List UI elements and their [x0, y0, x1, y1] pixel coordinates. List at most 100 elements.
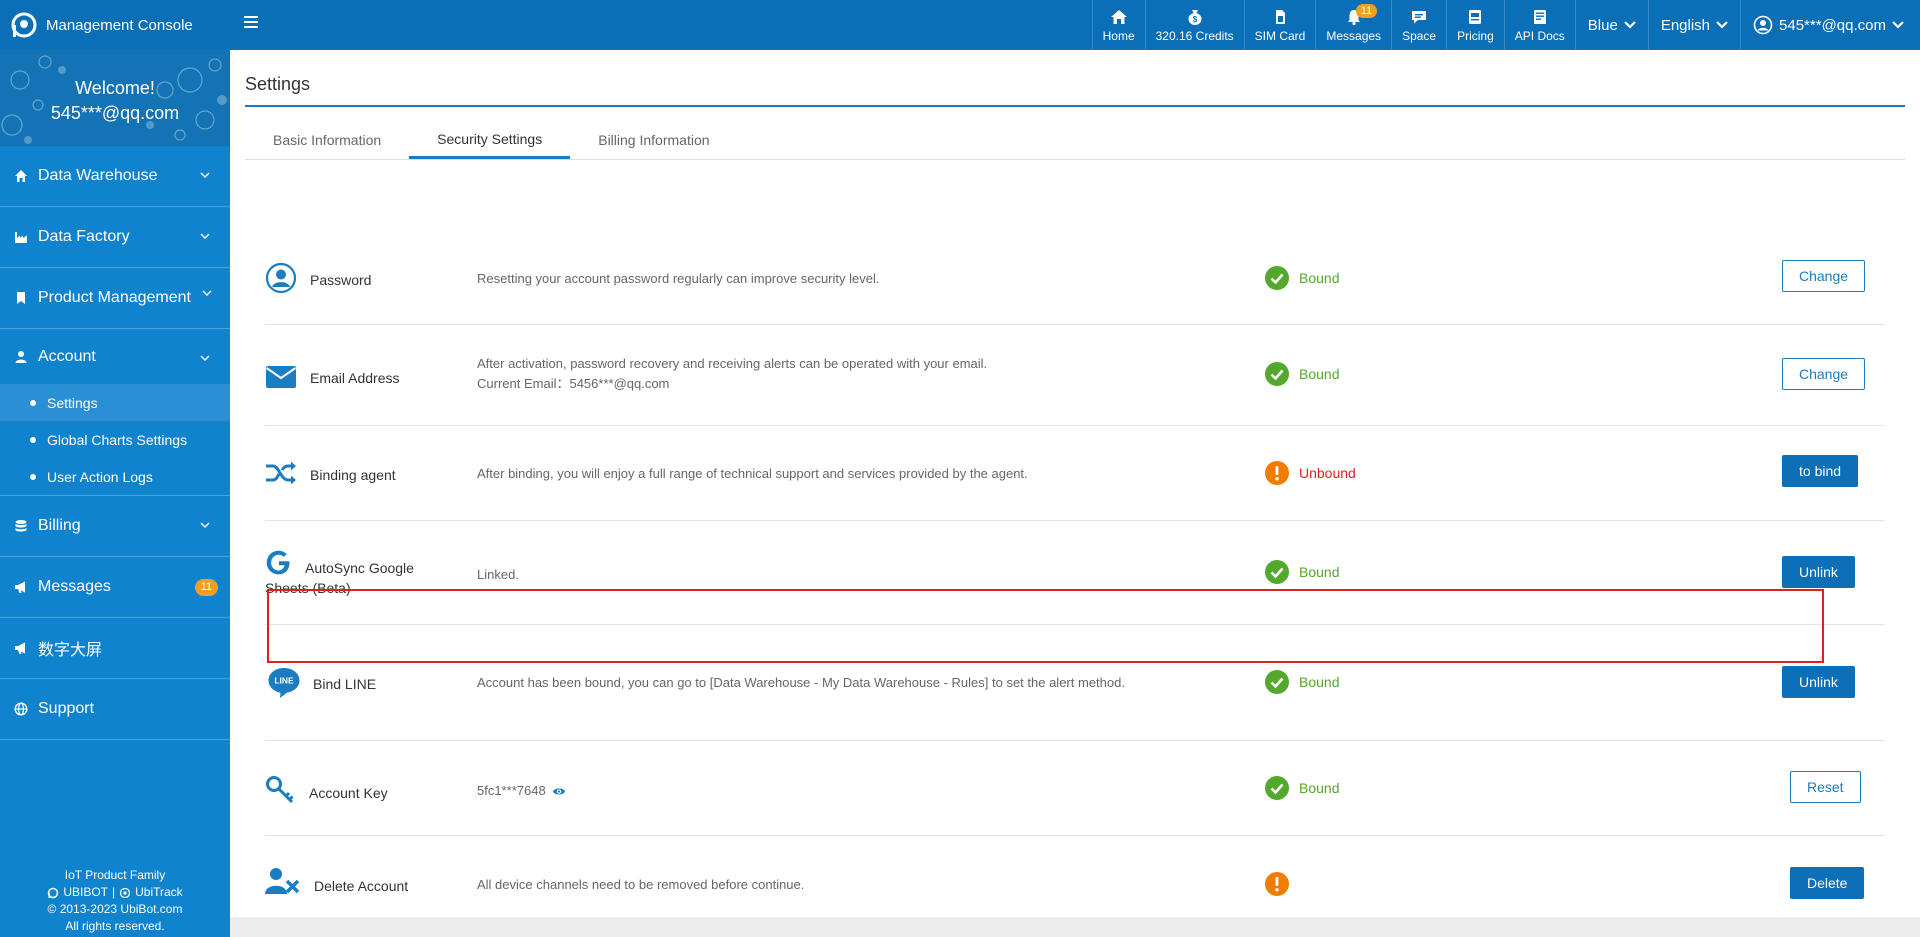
row-bind-line: LINE Bind LINE Account has been bound, y…: [265, 625, 1885, 741]
account-key-value: 5fc1***7648: [477, 783, 546, 798]
globe-icon: [14, 702, 28, 716]
nav-credits[interactable]: $ 320.16 Credits: [1144, 0, 1244, 50]
sidebar-footer: IoT Product Family UBIBOT | UbiTrack © 2…: [0, 867, 230, 937]
tab-security-settings[interactable]: Security Settings: [409, 121, 571, 159]
footer-brand-ubitrack[interactable]: UbiTrack: [135, 884, 183, 901]
line-app-icon: LINE: [268, 668, 300, 698]
row-description: After activation, password recovery and …: [477, 354, 987, 394]
row-description: 5fc1***7648: [477, 781, 566, 801]
reset-key-button[interactable]: Reset: [1790, 771, 1861, 803]
chevron-down-icon: [1716, 21, 1728, 29]
row-label: AutoSync Google Sheets (Beta): [265, 560, 414, 596]
top-bar: Management Console Home $ 320.16 Credits…: [0, 0, 1920, 50]
row-label: Email Address: [310, 370, 400, 386]
sidebar-messages-badge: 11: [194, 579, 218, 596]
envelope-icon: [265, 366, 297, 388]
status-badge: Bound: [1265, 560, 1339, 584]
sidebar-item-data-warehouse[interactable]: Data Warehouse: [0, 146, 230, 207]
nav-api-docs[interactable]: API Docs: [1503, 0, 1575, 50]
row-label: Account Key: [309, 785, 388, 801]
page-title: Settings: [245, 74, 311, 94]
delete-account-button[interactable]: Delete: [1790, 867, 1865, 899]
home-icon: [15, 170, 27, 182]
eye-icon[interactable]: [552, 786, 566, 797]
megaphone-icon: [15, 642, 25, 654]
nav-home[interactable]: Home: [1091, 0, 1145, 50]
sidebar-item-user-action-logs[interactable]: User Action Logs: [0, 458, 230, 495]
row-description: Account has been bound, you can go to [D…: [477, 675, 1125, 690]
menu-toggle-icon[interactable]: [244, 16, 258, 28]
bullet-icon: [30, 399, 36, 406]
user-circle-icon: [1753, 15, 1773, 35]
sidebar-item-account[interactable]: Account: [0, 329, 230, 384]
row-label: Delete Account: [314, 878, 409, 894]
pricing-icon: [1469, 9, 1482, 24]
nav-sim-card[interactable]: SIM Card: [1243, 0, 1316, 50]
row-description: All device channels need to be removed b…: [477, 877, 805, 892]
nav-messages[interactable]: 11 Messages: [1315, 0, 1391, 50]
theme-value: Blue: [1587, 16, 1618, 34]
settings-tabs: Basic Information Security Settings Bill…: [245, 121, 1905, 160]
sidebar-item-global-charts-settings[interactable]: Global Charts Settings: [0, 421, 230, 458]
unlink-google-sheets-button[interactable]: Unlink: [1782, 556, 1855, 588]
chat-icon: [1412, 10, 1427, 23]
check-circle-icon: [1265, 670, 1289, 694]
bind-agent-button[interactable]: to bind: [1782, 455, 1859, 487]
chevron-down-icon: [200, 172, 210, 179]
credits-icon: $: [1188, 9, 1202, 25]
unlink-line-button[interactable]: Unlink: [1782, 666, 1855, 698]
sidebar-item-settings[interactable]: Settings: [0, 384, 230, 421]
chevron-down-icon: [1892, 21, 1904, 29]
status-badge: [1265, 872, 1299, 896]
tab-basic-information[interactable]: Basic Information: [245, 121, 409, 159]
change-email-button[interactable]: Change: [1782, 358, 1866, 390]
status-badge: Bound: [1265, 362, 1339, 386]
row-binding-agent: Binding agent After binding, you will en…: [265, 426, 1885, 521]
nav-space[interactable]: Space: [1391, 0, 1446, 50]
home-icon: [1110, 9, 1127, 24]
row-label: Bind LINE: [313, 676, 377, 692]
page-bottom-strip: [230, 917, 1920, 937]
bullet-icon: [30, 436, 36, 443]
sidebar-item-data-factory[interactable]: Data Factory: [0, 207, 230, 268]
sidebar-item-messages[interactable]: Messages 11: [0, 557, 230, 618]
tab-billing-information[interactable]: Billing Information: [570, 121, 737, 159]
api-docs-icon: [1533, 9, 1546, 24]
nav-pricing[interactable]: Pricing: [1446, 0, 1504, 50]
welcome-email: 545***@qq.com: [50, 103, 180, 123]
main-content: Settings Basic Information Security Sett…: [230, 50, 1920, 917]
row-autosync-google-sheets: AutoSync Google Sheets (Beta) Linked. Bo…: [265, 521, 1885, 625]
theme-dropdown[interactable]: Blue: [1574, 0, 1648, 50]
welcome-title: Welcome!: [75, 78, 155, 98]
row-description: Resetting your account password regularl…: [477, 271, 880, 286]
warning-circle-icon: [1265, 461, 1289, 485]
language-dropdown[interactable]: English: [1647, 0, 1740, 50]
current-email: Current Email：5456***@qq.com: [477, 376, 670, 391]
megaphone-icon: [15, 581, 25, 593]
check-circle-icon: [1265, 560, 1289, 584]
user-email: 545***@qq.com: [1779, 16, 1886, 34]
user-icon: [15, 350, 27, 363]
row-email-address: Email Address After activation, password…: [265, 325, 1885, 426]
brand-title: Management Console: [46, 16, 193, 34]
chevron-down-icon: [200, 355, 210, 362]
sidebar: Welcome! 545***@qq.com Data Warehouse Da…: [0, 50, 230, 937]
brand[interactable]: Management Console: [0, 0, 230, 50]
bullet-icon: [30, 473, 36, 480]
row-account-key: Account Key 5fc1***7648 Bound Reset: [265, 741, 1885, 836]
shuffle-icon: [266, 461, 296, 485]
title-divider: [245, 105, 1905, 107]
messages-badge: 11: [1355, 4, 1378, 18]
status-badge: Bound: [1265, 266, 1339, 290]
sidebar-item-billing[interactable]: Billing: [0, 496, 230, 557]
user-dropdown[interactable]: 545***@qq.com: [1740, 0, 1920, 50]
status-badge: Bound: [1265, 776, 1339, 800]
change-password-button[interactable]: Change: [1782, 260, 1866, 292]
database-icon: [15, 520, 27, 532]
sidebar-item-support[interactable]: Support: [0, 679, 230, 740]
footer-brand-ubibot[interactable]: UBIBOT: [63, 884, 108, 901]
row-label: Binding agent: [310, 467, 396, 483]
sidebar-item-digital-screen[interactable]: 数字大屏: [0, 618, 230, 679]
sidebar-item-product-management[interactable]: Product Management: [0, 268, 230, 329]
row-description: Linked.: [477, 567, 519, 582]
